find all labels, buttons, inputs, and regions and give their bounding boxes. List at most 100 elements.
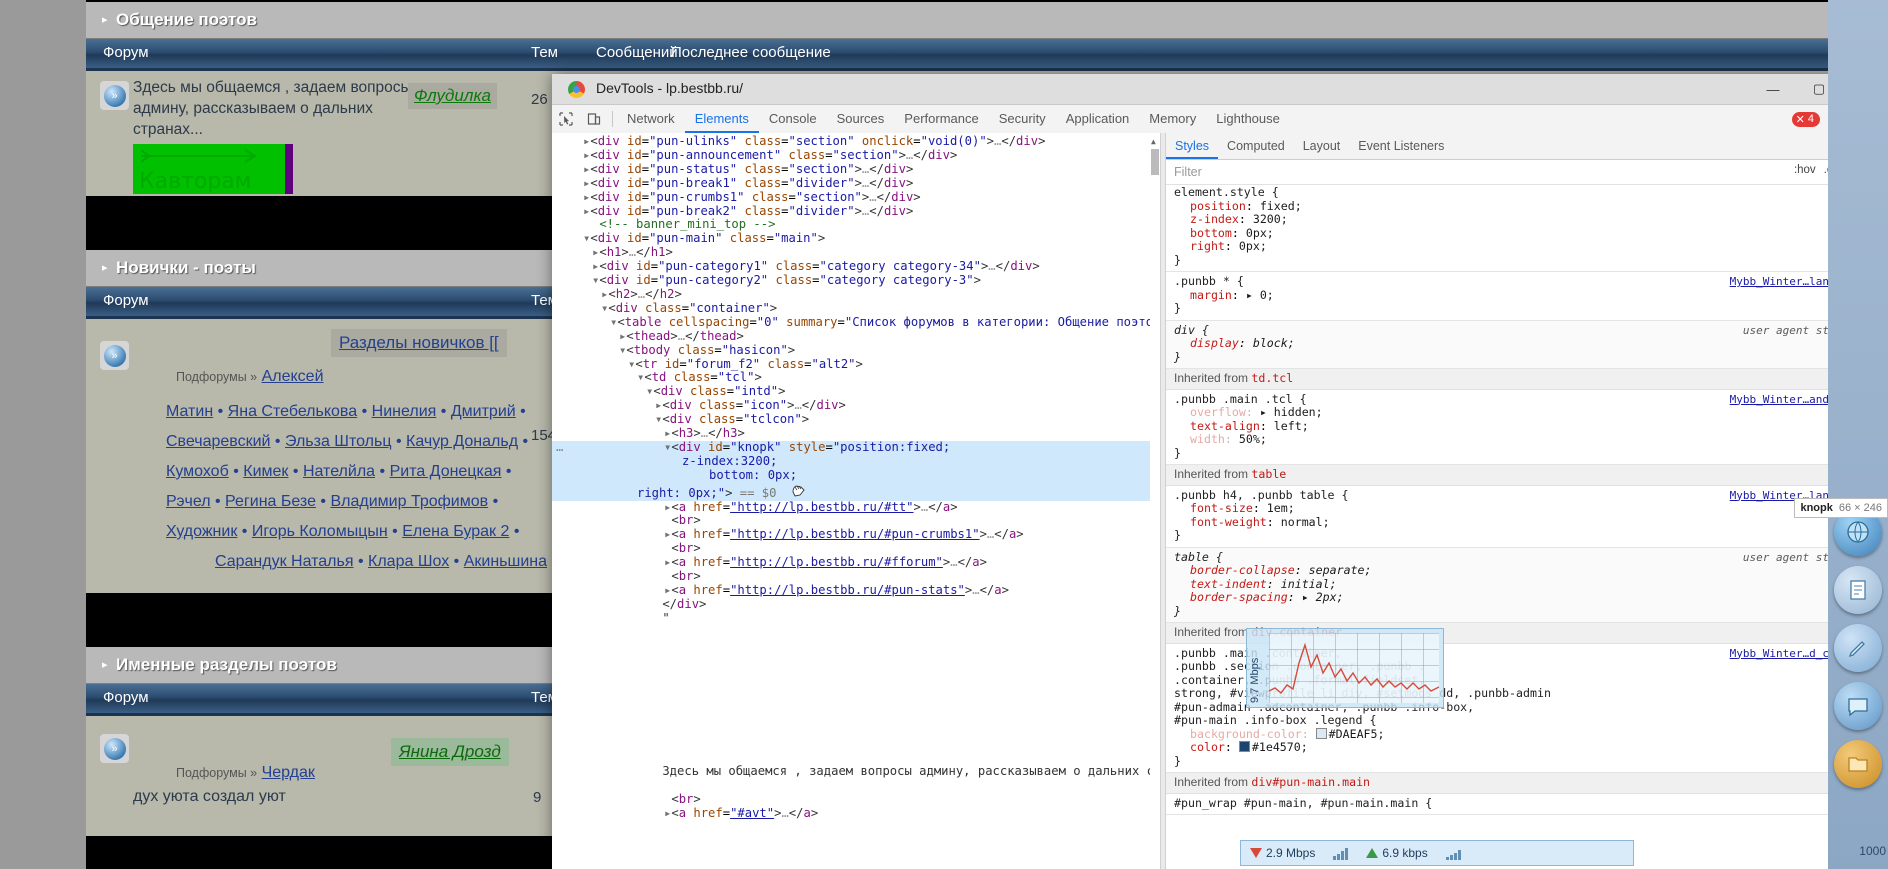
scroll-up-icon[interactable]: ▲ — [1151, 135, 1156, 149]
dom-tree-line[interactable]: ▸<!-- banner_mini_top --> — [552, 217, 1160, 232]
dom-tree-line[interactable]: ▸<br> — [552, 514, 1160, 528]
css-rule[interactable]: .punbb h4, .punbb table {font-size: 1em;… — [1166, 486, 1888, 548]
css-declaration[interactable]: border-spacing: ▸ 2px; — [1166, 590, 1888, 605]
dom-tree-line[interactable]: ▾<div id="pun-main" class="main"> — [552, 231, 1160, 246]
devtools-tab-performance[interactable]: Performance — [894, 105, 988, 133]
dom-tree-line[interactable]: ▸" — [552, 611, 1160, 626]
css-selector[interactable]: #pun-main .info-box .legend { — [1166, 713, 1888, 728]
css-selector[interactable]: #pun_wrap #pun-main, #pun-main.main { — [1166, 796, 1888, 811]
dom-scroll-thumb[interactable] — [1151, 149, 1159, 175]
dom-tree-line[interactable]: ▾<td class="tcl"> — [552, 370, 1160, 385]
devtools-tab-network[interactable]: Network — [617, 105, 685, 133]
dom-tree-line[interactable]: ▸ — [552, 723, 1160, 737]
rail-button-pen[interactable] — [1834, 624, 1882, 672]
dom-tree-line[interactable]: ▸<div id="pun-ulinks" class="section" on… — [552, 134, 1160, 149]
rail-button-folder[interactable] — [1834, 740, 1882, 788]
network-speed-bar[interactable]: 2.9 Mbps 6.9 kbps — [1240, 840, 1634, 866]
styles-tab-styles[interactable]: Styles — [1166, 133, 1218, 159]
css-declaration[interactable]: text-indent: initial; — [1166, 577, 1888, 592]
dom-tree-line[interactable]: ▸ — [552, 640, 1160, 654]
subforum-name-link[interactable]: Качур Дональд — [406, 433, 518, 450]
forum-link[interactable]: Разделы новичков [[ — [339, 333, 499, 352]
color-swatch[interactable] — [1315, 727, 1327, 739]
subforum-link[interactable]: Алексей — [262, 368, 324, 385]
dom-tree-line[interactable]: ▸<div id="pun-break2" class="divider">…<… — [552, 204, 1160, 219]
forum-link-cell[interactable]: Янина Дрозд — [391, 738, 509, 766]
dom-tree-line[interactable]: ▸<thead>…</thead> — [552, 329, 1160, 344]
subforum-name-link[interactable]: Кумохоб — [166, 463, 229, 480]
dom-tree-line[interactable]: ▸<h3>…</h3> — [552, 426, 1160, 441]
subforum-name-link[interactable]: Яна Стебелькова — [228, 403, 357, 420]
dom-tree-pane[interactable]: ▸<div id="pun-ulinks" class="section" on… — [552, 133, 1160, 869]
css-declaration[interactable]: right: 0px; — [1166, 239, 1888, 254]
css-rule[interactable]: table {border-collapse: separate; text-in… — [1166, 547, 1888, 623]
css-declaration[interactable]: border-collapse: separate; — [1166, 563, 1888, 578]
dom-tree-line[interactable]: ▸ — [552, 737, 1160, 751]
dom-tree-line[interactable]: ▸ — [552, 695, 1160, 709]
dom-tree-line[interactable]: ▸<div id="pun-break1" class="divider">…<… — [552, 176, 1160, 191]
collapse-arrow-icon[interactable]: ▸ — [102, 658, 108, 671]
subforum-name-link[interactable]: Владимир Трофимов — [330, 493, 488, 510]
dom-tree-line[interactable]: ▸<h1>…</h1> — [552, 245, 1160, 260]
subforum-name-link[interactable]: Клара Шох — [368, 553, 449, 570]
dom-tree-line[interactable]: ▸<a href="http://lp.bestbb.ru/#pun-crumb… — [552, 527, 1160, 542]
subforum-name-link[interactable]: Матин — [166, 403, 213, 420]
dom-tree-line[interactable]: ▸<a href="http://lp.bestbb.ru/#fforum">…… — [552, 555, 1160, 570]
css-declaration[interactable]: margin: ▸ 0; — [1166, 288, 1888, 303]
css-declaration[interactable]: bottom: 0px; — [1166, 226, 1888, 241]
rail-button-document[interactable] — [1834, 566, 1882, 614]
subforum-name-link[interactable]: Свечаревский — [166, 433, 270, 450]
css-declaration[interactable]: overflow: ▸ hidden; — [1166, 405, 1888, 420]
dom-tree-line[interactable]: ▸<br> — [552, 569, 1160, 584]
dom-scrollbar[interactable]: ▲ — [1150, 133, 1160, 869]
network-graph-widget[interactable]: 9.7 Mbps — [1246, 628, 1444, 708]
css-rule[interactable]: .punbb .main .tcl {overflow: ▸ hidden; te… — [1166, 390, 1888, 465]
dom-tree-line[interactable]: ▸ — [552, 751, 1160, 765]
dom-tree-line[interactable]: ▾<div class="tclcon"> — [552, 412, 1160, 427]
subforum-name-link[interactable]: Елена Бурак 2 — [402, 523, 509, 540]
dom-selected-node[interactable]: … ▾<div id="knopk" style="position:fixed;… — [552, 440, 1160, 501]
css-declaration[interactable]: width: 50%; — [1166, 432, 1888, 447]
dom-tree-line[interactable]: ▾<div id="pun-category2" class="category… — [552, 273, 1160, 288]
subforum-name-link[interactable]: Рэчел — [166, 493, 211, 510]
css-declaration[interactable]: display: block; — [1166, 336, 1888, 351]
css-declaration[interactable]: background-color: #DAEAF5; — [1166, 727, 1888, 742]
color-swatch[interactable] — [1238, 741, 1250, 752]
styles-filter-input[interactable]: Filter — [1166, 165, 1202, 179]
collapse-arrow-icon[interactable]: ▸ — [102, 13, 108, 26]
devtools-tab-sources[interactable]: Sources — [827, 105, 895, 133]
subforum-name-link[interactable]: Нателйла — [303, 463, 375, 480]
subforum-name-link[interactable]: Кимек — [243, 463, 288, 480]
dom-tree-line[interactable]: ▾<table cellspacing="0" summary="Список … — [552, 315, 1160, 330]
css-rule[interactable]: div {display: block;} user agent styleshe… — [1166, 320, 1888, 369]
forum-link-cell[interactable]: Флудилка — [408, 83, 497, 109]
dom-tree-line[interactable]: ▸<a href="http://lp.bestbb.ru/#tt">…</a> — [552, 500, 1160, 515]
dom-tree-line[interactable]: ▸ — [552, 779, 1160, 793]
dom-tree-line[interactable]: ▾<tbody class="hasicon"> — [552, 343, 1160, 358]
rail-button-chat[interactable] — [1834, 682, 1882, 730]
dom-tree-line[interactable]: ▸</div> — [552, 597, 1160, 612]
styles-tab-computed[interactable]: Computed — [1218, 133, 1294, 159]
dom-tree-line[interactable]: ▸ — [552, 667, 1160, 681]
styles-tab-event-listeners[interactable]: Event Listeners — [1349, 133, 1453, 159]
dom-tree-line[interactable]: ▾<tr id="forum_f2" class="alt2"> — [552, 357, 1160, 372]
css-declaration[interactable]: font-size: 1em; — [1166, 501, 1888, 516]
subforum-name-link[interactable]: Нинелия — [372, 403, 437, 420]
styles-tab-layout[interactable]: Layout — [1294, 133, 1350, 159]
dom-tree-line[interactable]: ▸<div id="pun-announcement" class="secti… — [552, 148, 1160, 163]
dom-tree-line[interactable]: ▸<div id="pun-crumbs1" class="section">…… — [552, 190, 1160, 205]
error-badge[interactable]: ✕ 4 — [1791, 111, 1820, 127]
subforum-name-link[interactable]: Акиньшина — [464, 553, 547, 570]
subforum-name-link[interactable]: Регина Безе — [225, 493, 316, 510]
dom-tree-line[interactable]: ▾<div class="intd"> — [552, 384, 1160, 399]
devtools-tab-lighthouse[interactable]: Lighthouse — [1206, 105, 1290, 133]
dom-tree-line[interactable]: ▾<div class="container"> — [552, 301, 1160, 316]
css-declaration[interactable]: color: #1e4570; — [1166, 740, 1888, 755]
dom-tree-line[interactable]: ▸<div class="icon">…</div> — [552, 398, 1160, 413]
subforum-name-link[interactable]: Дмитрий — [451, 403, 516, 420]
css-rule[interactable]: element.style {position: fixed; z-index: … — [1166, 183, 1888, 272]
minimize-button[interactable]: — — [1750, 74, 1796, 104]
css-rule[interactable]: .punbb * {margin: ▸ 0;} Mybb_Winter…land.… — [1166, 272, 1888, 321]
dom-tree-line[interactable]: ▸<div id="pun-category1" class="category… — [552, 259, 1160, 274]
dom-tree-line[interactable]: ▸Здесь мы общаемся , задаем вопросы адми… — [552, 764, 1160, 779]
